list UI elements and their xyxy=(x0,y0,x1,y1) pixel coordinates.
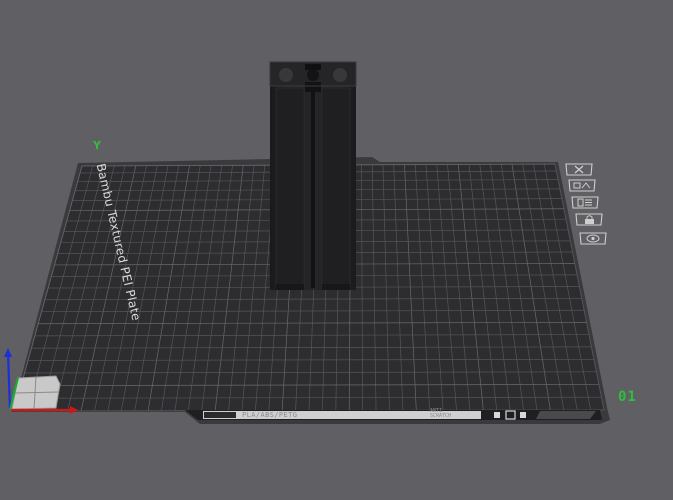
arrange-icon xyxy=(571,196,599,209)
lock-icon xyxy=(575,213,603,226)
auto-orient-button[interactable] xyxy=(567,179,597,192)
arrange-button[interactable] xyxy=(570,196,600,209)
extrusion-model[interactable] xyxy=(269,61,357,290)
delete-plate-button[interactable] xyxy=(564,163,594,176)
strip-icon-trash xyxy=(494,412,500,418)
auto-orient-icon xyxy=(568,179,596,192)
3d-viewport[interactable]: Y Bambu Textured PEI Plate PLA/ABS/PETG … xyxy=(0,0,673,500)
strip-icon-box xyxy=(204,412,236,418)
filament-types-label: PLA/ABS/PETG xyxy=(242,411,298,419)
surface-label: ANTI SCRATCH xyxy=(430,408,452,419)
strip-icon-trash2 xyxy=(520,412,526,418)
strip-bar xyxy=(536,411,596,419)
eye-icon xyxy=(579,232,607,245)
y-axis-label: Y xyxy=(93,139,101,152)
plate-number[interactable]: 01 xyxy=(618,389,637,405)
lock-plate-button[interactable] xyxy=(574,213,604,226)
plate-settings-button[interactable] xyxy=(578,232,608,245)
build-plate-scene[interactable] xyxy=(0,0,673,500)
close-icon xyxy=(565,163,593,176)
